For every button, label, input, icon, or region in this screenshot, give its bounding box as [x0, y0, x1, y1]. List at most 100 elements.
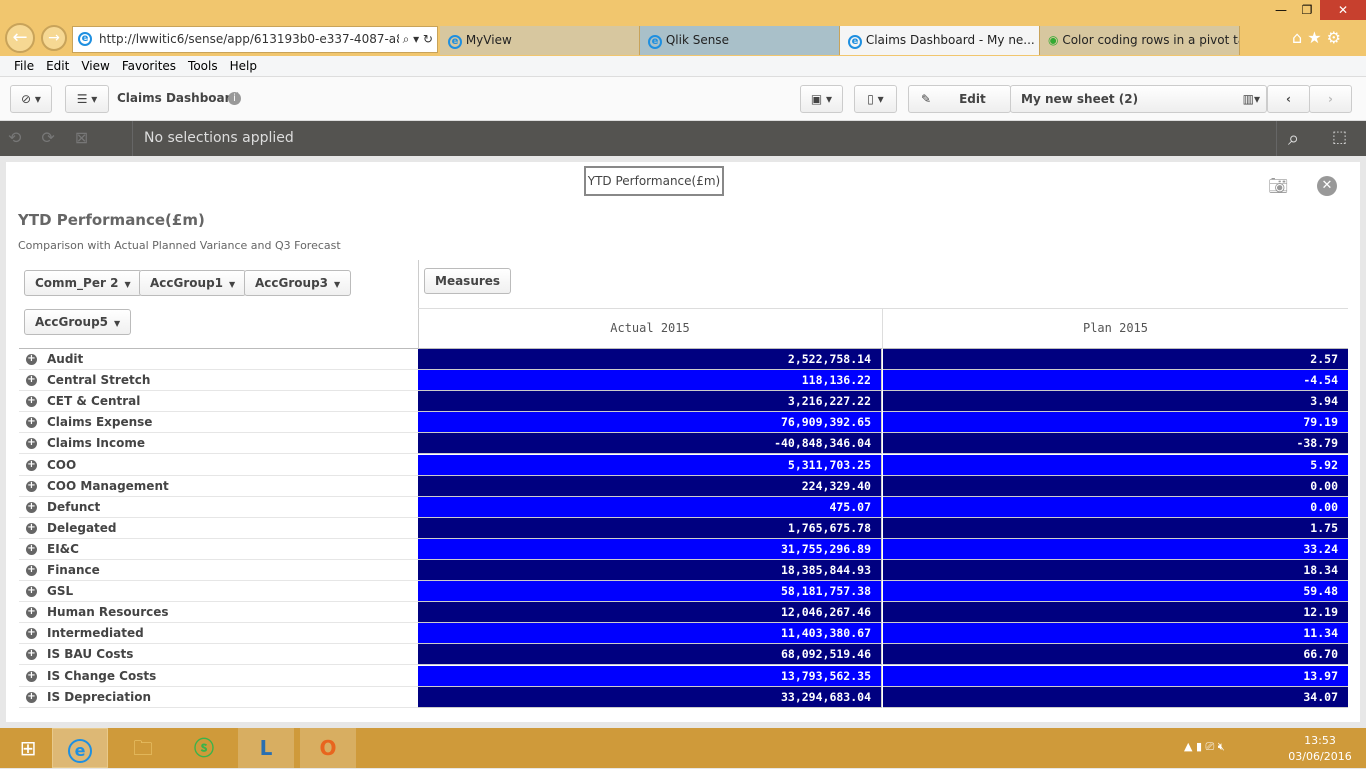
actual-2015-cell[interactable]: 76,909,392.65	[418, 412, 882, 434]
plan-2015-cell[interactable]: 33.24	[883, 538, 1348, 560]
actual-2015-cell[interactable]: -40,848,346.04	[418, 433, 882, 455]
search-icon[interactable]: ⌕	[1288, 126, 1299, 150]
actual-2015-cell[interactable]: 12,046,267.46	[418, 602, 882, 624]
previous-sheet-button[interactable]: ‹	[1267, 85, 1310, 113]
actual-2015-cell[interactable]: 224,329.40	[418, 475, 882, 497]
expand-plus-icon[interactable]: +	[26, 565, 37, 576]
dimension-comm-per-2[interactable]: Comm_Per 2 ▼	[24, 270, 142, 296]
actual-2015-cell[interactable]: 5,311,703.25	[418, 454, 882, 476]
expand-plus-icon[interactable]: +	[26, 354, 37, 365]
expand-plus-icon[interactable]: +	[26, 649, 37, 661]
expand-plus-icon[interactable]: +	[26, 480, 37, 492]
actual-2015-cell[interactable]: 475.07	[418, 496, 882, 518]
row-label[interactable]: + Finance	[19, 560, 418, 582]
expand-plus-icon[interactable]: +	[26, 501, 37, 513]
navigation-compass-button[interactable]: ⊘ ▾	[10, 85, 52, 113]
taskbar-outlook[interactable]: O	[300, 728, 356, 768]
tray-icons[interactable]: ▲ ▮ ⎚ 🔇︎	[1184, 740, 1225, 754]
actual-2015-cell[interactable]: 13,793,562.35	[418, 665, 882, 687]
close-icon[interactable]: ✕	[1317, 176, 1337, 196]
taskbar-ie[interactable]: e	[52, 728, 108, 768]
plan-2015-cell[interactable]: 79.19	[883, 412, 1348, 434]
expand-plus-icon[interactable]: +	[26, 375, 37, 387]
global-menu-button[interactable]: ☰ ▾	[65, 85, 109, 113]
dimension-accgroup1[interactable]: AccGroup1 ▼	[139, 270, 247, 296]
clock-time[interactable]: 13:53	[1290, 734, 1350, 747]
row-label[interactable]: + Intermediated	[19, 623, 418, 645]
next-sheet-button[interactable]: ›	[1309, 85, 1352, 113]
address-bar[interactable]: e http://lwwitic6/sense/app/613193b0-e337…	[72, 26, 438, 53]
expand-plus-icon[interactable]: +	[26, 417, 37, 429]
plan-2015-cell[interactable]: 11.34	[883, 623, 1348, 645]
expand-plus-icon[interactable]: +	[26, 543, 37, 555]
taskbar-lync[interactable]: L	[238, 728, 294, 768]
tab-color-coding[interactable]: ◉ Color coding rows in a pivot ta...	[1040, 26, 1240, 55]
tab-qlik-sense[interactable]: e Qlik Sense	[640, 26, 840, 55]
bookmark-button[interactable]: ▯ ▾	[854, 85, 897, 113]
expand-plus-icon[interactable]: +	[26, 607, 37, 619]
actual-2015-cell[interactable]: 68,092,519.46	[418, 644, 882, 666]
row-label[interactable]: + IS Depreciation	[19, 687, 418, 708]
expand-plus-icon[interactable]: +	[26, 438, 37, 450]
selection-history-icons[interactable]: ⟲⟳⊠	[8, 128, 108, 147]
sheet-selector[interactable]: My new sheet (2) ▥▾	[1010, 85, 1267, 113]
clock-date[interactable]: 03/06/2016	[1285, 750, 1355, 763]
plan-2015-cell[interactable]: -38.79	[883, 433, 1348, 455]
expand-plus-icon[interactable]: +	[26, 522, 37, 534]
plan-2015-cell[interactable]: 0.00	[883, 496, 1348, 518]
actual-2015-cell[interactable]: 11,403,380.67	[418, 623, 882, 645]
plan-2015-cell[interactable]: 0.00	[883, 475, 1348, 497]
expand-plus-icon[interactable]: +	[26, 670, 37, 682]
plan-2015-cell[interactable]: 12.19	[883, 602, 1348, 624]
plan-2015-cell[interactable]: 1.75	[883, 517, 1348, 539]
close-window-button[interactable]: ✕	[1320, 0, 1366, 20]
actual-2015-cell[interactable]: 3,216,227.22	[418, 391, 882, 413]
minimize-button[interactable]: —	[1268, 0, 1294, 20]
column-header-plan-2015[interactable]: Plan 2015	[883, 321, 1348, 335]
row-label[interactable]: + COO Management	[19, 476, 418, 497]
menu-help[interactable]: Help	[224, 56, 263, 73]
dimension-accgroup3[interactable]: AccGroup3 ▼	[244, 270, 352, 296]
plan-2015-cell[interactable]: 3.94	[883, 391, 1348, 413]
row-label[interactable]: + CET & Central	[19, 391, 418, 413]
story-button[interactable]: ▣ ▾	[800, 85, 843, 113]
expand-plus-icon[interactable]: +	[26, 459, 37, 471]
row-label[interactable]: + IS BAU Costs	[19, 644, 418, 666]
menu-favorites[interactable]: Favorites	[116, 56, 182, 73]
tab-myview[interactable]: e MyView	[440, 26, 640, 55]
actual-2015-cell[interactable]: 118,136.22	[418, 370, 882, 392]
tab-claims-dashboard[interactable]: e Claims Dashboard - My ne...	[840, 26, 1040, 55]
actual-2015-cell[interactable]: 2,522,758.14	[418, 349, 882, 371]
expand-plus-icon[interactable]: +	[26, 396, 37, 408]
menu-edit[interactable]: Edit	[40, 56, 75, 73]
row-label[interactable]: + GSL	[19, 581, 418, 603]
plan-2015-cell[interactable]: 2.57	[883, 349, 1348, 371]
edit-button[interactable]: ✎ Edit	[908, 85, 1011, 113]
plan-2015-cell[interactable]: 13.97	[883, 665, 1348, 687]
row-label[interactable]: + Delegated	[19, 518, 418, 539]
start-button[interactable]: ⊞	[0, 728, 56, 768]
row-label[interactable]: + Central Stretch	[19, 370, 418, 392]
info-icon[interactable]: i	[228, 92, 241, 105]
selection-tool-icon[interactable]: ⬚	[1332, 127, 1347, 146]
plan-2015-cell[interactable]: 59.48	[883, 581, 1348, 603]
dimension-accgroup5[interactable]: AccGroup5 ▼	[24, 309, 132, 335]
measures-button[interactable]: Measures	[424, 268, 512, 294]
restore-button[interactable]: ❐	[1294, 0, 1320, 20]
actual-2015-cell[interactable]: 1,765,675.78	[418, 517, 882, 539]
actual-2015-cell[interactable]: 33,294,683.04	[418, 686, 882, 708]
row-label[interactable]: + COO	[19, 455, 418, 476]
actual-2015-cell[interactable]: 18,385,844.93	[418, 560, 882, 582]
menu-view[interactable]: View	[75, 56, 115, 73]
row-label[interactable]: + Audit	[19, 349, 418, 371]
expand-plus-icon[interactable]: +	[26, 586, 37, 598]
actual-2015-cell[interactable]: 58,181,757.38	[418, 581, 882, 603]
plan-2015-cell[interactable]: -4.54	[883, 370, 1348, 392]
row-label[interactable]: + Claims Expense	[19, 412, 418, 434]
row-label[interactable]: + EI&C	[19, 539, 418, 560]
plan-2015-cell[interactable]: 5.92	[883, 454, 1348, 476]
forward-button[interactable]: →	[41, 25, 67, 51]
plan-2015-cell[interactable]: 66.70	[883, 644, 1348, 666]
plan-2015-cell[interactable]: 34.07	[883, 686, 1348, 708]
back-button[interactable]: ←	[5, 23, 35, 53]
